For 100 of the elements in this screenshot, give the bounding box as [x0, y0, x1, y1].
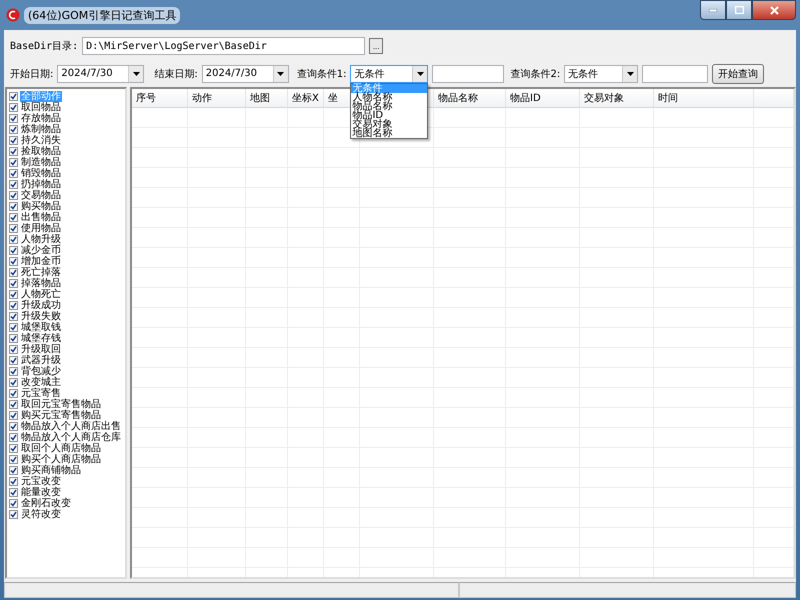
dropdown-option[interactable]: 物品ID	[351, 110, 428, 120]
action-item[interactable]: 物品放入个人商店仓库	[20, 432, 122, 443]
action-item[interactable]: 购买商铺物品	[20, 465, 82, 476]
action-item[interactable]: 交易物品	[20, 190, 62, 201]
checkbox[interactable]	[9, 378, 18, 387]
action-item[interactable]: 使用物品	[20, 223, 62, 234]
action-item[interactable]: 购买物品	[20, 201, 62, 212]
action-item[interactable]: 取回个人商店物品	[20, 443, 102, 454]
action-item[interactable]: 死亡掉落	[20, 267, 62, 278]
condition-value-field[interactable]	[432, 64, 504, 82]
action-item[interactable]: 存放物品	[20, 113, 62, 124]
action-item[interactable]: 炼制物品	[20, 124, 62, 135]
condition-value-field[interactable]	[642, 64, 708, 82]
action-item[interactable]: 金刚石改变	[20, 498, 72, 509]
action-item[interactable]: 升级失败	[20, 311, 62, 322]
search-button[interactable]: 开始查询	[712, 64, 764, 84]
checkbox[interactable]	[9, 169, 18, 178]
checkbox[interactable]	[9, 213, 18, 222]
action-item[interactable]: 物品放入个人商店出售	[20, 421, 122, 432]
checkbox[interactable]	[9, 433, 18, 442]
checkbox[interactable]	[9, 158, 18, 167]
checkbox[interactable]	[9, 180, 18, 189]
checkbox[interactable]	[9, 389, 18, 398]
column-header[interactable]: 时间	[654, 89, 754, 108]
action-item[interactable]: 城堡存钱	[20, 333, 62, 344]
basedir-field[interactable]: D:\MirServer\LogServer\BaseDir	[82, 37, 366, 55]
checkbox[interactable]	[9, 279, 18, 288]
column-header[interactable]: 动作	[188, 89, 246, 108]
checkbox[interactable]	[9, 125, 18, 134]
action-item[interactable]: 掉落物品	[20, 278, 62, 289]
checkbox[interactable]	[9, 345, 18, 354]
checkbox[interactable]	[9, 202, 18, 211]
checkbox[interactable]	[9, 136, 18, 145]
condition-dropdown[interactable]: 无条件	[564, 64, 638, 82]
checkbox[interactable]	[9, 301, 18, 310]
checkbox[interactable]	[9, 290, 18, 299]
action-item[interactable]: 人物死亡	[20, 289, 62, 300]
action-item[interactable]: 升级取回	[20, 344, 62, 355]
checkbox[interactable]	[9, 400, 18, 409]
dropdown-option[interactable]: 地图名称	[351, 128, 428, 138]
checkbox[interactable]	[9, 92, 18, 101]
checkbox[interactable]	[9, 411, 18, 420]
action-item[interactable]: 改变城主	[20, 377, 62, 388]
checkbox[interactable]	[9, 499, 18, 508]
action-item[interactable]: 持久消失	[20, 135, 62, 146]
checkbox[interactable]	[9, 224, 18, 233]
maximize-button[interactable]	[726, 0, 752, 20]
checkbox[interactable]	[9, 510, 18, 519]
checkbox[interactable]	[9, 488, 18, 497]
checkbox[interactable]	[9, 103, 18, 112]
checkbox[interactable]	[9, 323, 18, 332]
action-item[interactable]: 取回元宝寄售物品	[20, 399, 102, 410]
close-button[interactable]	[752, 0, 796, 20]
start-date-picker[interactable]: 2024/7/30	[57, 64, 144, 82]
column-header[interactable]: 交易对象	[580, 89, 654, 108]
action-item[interactable]: 能量改变	[20, 487, 62, 498]
checkbox[interactable]	[9, 444, 18, 453]
action-item[interactable]: 背包减少	[20, 366, 62, 377]
browse-button[interactable]: ...	[369, 38, 384, 54]
action-item[interactable]: 购买元宝寄售物品	[20, 410, 102, 421]
column-header[interactable]: 地图	[246, 89, 288, 108]
action-item[interactable]: 增加金币	[20, 256, 62, 267]
action-item[interactable]: 销毁物品	[20, 168, 62, 179]
checkbox[interactable]	[9, 246, 18, 255]
action-item[interactable]: 制造物品	[20, 157, 62, 168]
action-item[interactable]: 元宝寄售	[20, 388, 62, 399]
checkbox[interactable]	[9, 455, 18, 464]
dropdown-option[interactable]: 交易对象	[351, 120, 428, 128]
action-item[interactable]: 人物升级	[20, 234, 62, 245]
action-item[interactable]: 购买个人商店物品	[20, 454, 102, 465]
checkbox[interactable]	[9, 235, 18, 244]
action-item[interactable]: 升级成功	[20, 300, 62, 311]
action-item[interactable]: 取回物品	[20, 102, 62, 113]
checkbox[interactable]	[9, 257, 18, 266]
checkbox[interactable]	[9, 422, 18, 431]
column-header[interactable]: 坐标X	[288, 89, 324, 108]
dropdown-option[interactable]: 物品名称	[351, 102, 428, 110]
action-item[interactable]: 扔掉物品	[20, 179, 62, 190]
checkbox[interactable]	[9, 356, 18, 365]
action-item[interactable]: 武器升级	[20, 355, 62, 366]
column-header[interactable]: 物品名称	[434, 89, 506, 108]
checkbox[interactable]	[9, 114, 18, 123]
checkbox[interactable]	[9, 147, 18, 156]
checkbox[interactable]	[9, 191, 18, 200]
action-item[interactable]: 出售物品	[20, 212, 62, 223]
action-item[interactable]: 元宝改变	[20, 476, 62, 487]
checkbox[interactable]	[9, 367, 18, 376]
end-date-picker[interactable]: 2024/7/30	[202, 64, 289, 82]
checkbox[interactable]	[9, 334, 18, 343]
minimize-button[interactable]	[700, 0, 726, 20]
action-item[interactable]: 捡取物品	[20, 146, 62, 157]
checkbox[interactable]	[9, 466, 18, 475]
column-header[interactable]: 物品ID	[506, 89, 580, 108]
checkbox[interactable]	[9, 477, 18, 486]
column-header[interactable]: 序号	[132, 89, 188, 108]
action-item[interactable]: 减少金币	[20, 245, 62, 256]
action-item[interactable]: 城堡取钱	[20, 322, 62, 333]
dropdown-option[interactable]: 人物名称	[351, 92, 428, 102]
checkbox[interactable]	[9, 268, 18, 277]
checkbox[interactable]	[9, 312, 18, 321]
